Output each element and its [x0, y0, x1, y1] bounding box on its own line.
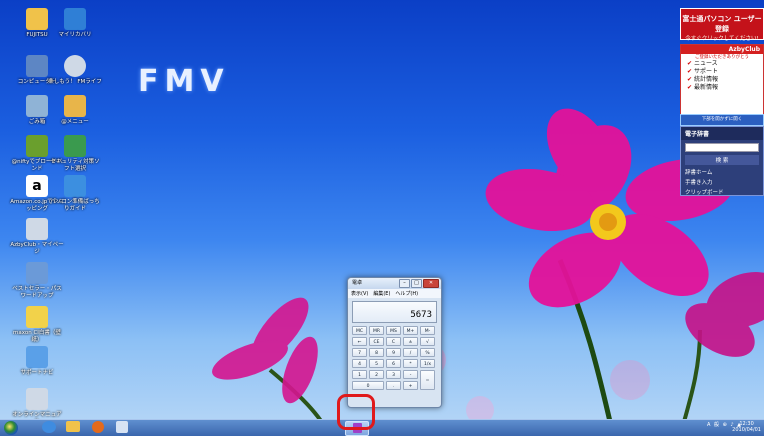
media-player-taskbar-button[interactable]	[92, 421, 104, 433]
recycle-bin-icon	[26, 95, 48, 117]
desktop-icon-fm-life[interactable]: 楽しもう！ FMライフ	[48, 55, 102, 86]
dictionary-link-clipboard[interactable]: クリップボード	[681, 187, 763, 197]
amazon-icon: a	[26, 175, 48, 197]
security-icon	[64, 135, 86, 157]
azby-open-button[interactable]: 下部を開かずに開く	[680, 114, 764, 126]
menu-icon	[64, 95, 86, 117]
azbyclub-logo: AzbyClub	[681, 45, 763, 54]
key-6[interactable]: 6	[386, 359, 401, 368]
desktop-icon-azbyclub[interactable]: AzbyClub・マイページ	[10, 218, 64, 256]
desktop-icon-wallpaper[interactable]: maxon CI白書（壁紙）	[10, 306, 64, 344]
azbyclub-icon	[26, 218, 48, 240]
key-ms[interactable]: MS	[386, 326, 401, 335]
nifty-icon	[26, 135, 48, 157]
folder-icon	[26, 8, 48, 30]
desktop-icon-guide[interactable]: パソコン準備ばっちりガイド	[48, 175, 102, 213]
key-8[interactable]: 8	[369, 348, 384, 357]
azby-item-stats[interactable]: ✔ 統計情報	[681, 76, 763, 84]
key-equals[interactable]: =	[420, 370, 435, 390]
key-ce[interactable]: CE	[369, 337, 384, 346]
key-7[interactable]: 7	[352, 348, 367, 357]
dictionary-link-handwriting[interactable]: 手書き入力	[681, 177, 763, 187]
calculator-title: 電卓	[352, 280, 363, 286]
key-m-minus[interactable]: M-	[420, 326, 435, 335]
explorer-taskbar-button[interactable]	[66, 421, 80, 432]
azby-item-news[interactable]: ✔ ニュース	[681, 60, 763, 68]
key-decimal[interactable]: .	[386, 381, 401, 390]
azby-item-latest[interactable]: ✔ 最新情報	[681, 84, 763, 92]
key-1[interactable]: 1	[352, 370, 367, 379]
desktop-icon-security[interactable]: セキュリティ対策ソフト選択	[48, 135, 102, 173]
key-divide[interactable]: /	[403, 348, 418, 357]
ie-taskbar-button[interactable]	[42, 421, 56, 433]
calculator-window[interactable]: 電卓 – □ ✕ 表示(V) 編集(E) ヘルプ(H) 5673 MC MR M…	[347, 277, 442, 408]
dictionary-search-button[interactable]: 検 索	[685, 155, 759, 165]
key-subtract[interactable]: -	[403, 370, 418, 379]
key-mc[interactable]: MC	[352, 326, 367, 335]
key-4[interactable]: 4	[352, 359, 367, 368]
key-9[interactable]: 9	[386, 348, 401, 357]
maximize-button[interactable]: □	[411, 279, 422, 288]
app-taskbar-button[interactable]	[116, 421, 128, 433]
key-add[interactable]: +	[403, 381, 418, 390]
dictionary-title: 電子辞書	[681, 127, 763, 140]
desktop-icon-upgrade[interactable]: ベストセラー・パスワードアップ	[10, 262, 64, 300]
clock[interactable]: 12:30 2010/04/01	[732, 421, 761, 433]
calculator-titlebar[interactable]: 電卓 – □ ✕	[348, 278, 441, 289]
key-0[interactable]: 0	[352, 381, 384, 390]
user-registration-banner[interactable]: 富士通パソコン ユーザー登録 今すぐクリックしてください!	[680, 8, 764, 42]
dictionary-gadget: 電子辞書 検 索 辞書ホーム 手書き入力 クリップボード	[680, 126, 764, 196]
key-5[interactable]: 5	[369, 359, 384, 368]
dictionary-link-home[interactable]: 辞書ホーム	[681, 167, 763, 177]
computer-icon	[26, 55, 48, 77]
clock-date: 2010/04/01	[732, 427, 761, 433]
close-button[interactable]: ✕	[423, 279, 439, 288]
manual-icon	[26, 388, 48, 410]
guide-icon	[64, 175, 86, 197]
recovery-icon	[64, 8, 86, 30]
taskbar: A 般 ⊕ ♪ ▲ 12:30 2010/04/01	[0, 419, 764, 436]
menu-edit[interactable]: 編集(E)	[373, 290, 390, 297]
wallpaper-icon	[26, 306, 48, 328]
start-button[interactable]	[4, 421, 18, 435]
upgrade-icon	[26, 262, 48, 284]
key-negate[interactable]: ±	[403, 337, 418, 346]
key-mr[interactable]: MR	[369, 326, 384, 335]
key-multiply[interactable]: *	[403, 359, 418, 368]
support-icon	[26, 346, 48, 368]
calculator-keypad: MC MR MS M+ M- ← CE C ± √ 7 8 9 / % 4 5 …	[348, 326, 441, 390]
cd-icon	[64, 55, 86, 77]
menu-help[interactable]: ヘルプ(H)	[395, 290, 418, 297]
desktop: FMV FUJITSU マイリカバリ コンピューター 楽しもう！ FMライフ ご…	[0, 0, 764, 436]
desktop-icon-my-recovery[interactable]: マイリカバリ	[48, 8, 102, 39]
highlight-annotation	[337, 394, 375, 430]
dictionary-search-input[interactable]	[685, 143, 759, 152]
key-percent[interactable]: %	[420, 348, 435, 357]
azbyclub-gadget[interactable]: AzbyClub ご登録いただきありがとう ✔ ニュース ✔ サポート ✔ 統計…	[680, 44, 764, 116]
key-m-plus[interactable]: M+	[403, 326, 418, 335]
key-sqrt[interactable]: √	[420, 337, 435, 346]
calculator-display: 5673	[352, 301, 437, 323]
menu-view[interactable]: 表示(V)	[351, 290, 368, 297]
key-2[interactable]: 2	[369, 370, 384, 379]
desktop-icon-support[interactable]: サポートナビ	[10, 346, 64, 377]
brand-logo: FMV	[138, 64, 230, 99]
minimize-button[interactable]: –	[399, 279, 410, 288]
key-backspace[interactable]: ←	[352, 337, 367, 346]
azby-item-support[interactable]: ✔ サポート	[681, 68, 763, 76]
calculator-menubar: 表示(V) 編集(E) ヘルプ(H)	[348, 289, 441, 298]
key-reciprocal[interactable]: 1/x	[420, 359, 435, 368]
key-3[interactable]: 3	[386, 370, 401, 379]
key-c[interactable]: C	[386, 337, 401, 346]
desktop-icon-at-menu[interactable]: @メニュー	[48, 95, 102, 126]
